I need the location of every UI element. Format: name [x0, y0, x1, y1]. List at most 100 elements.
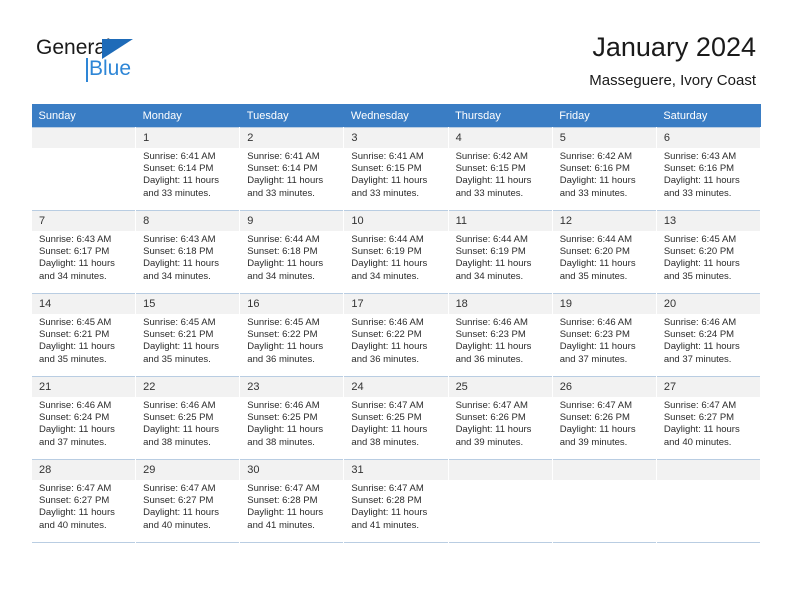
calendar-day-cell[interactable]: 6 Sunrise: 6:43 AM Sunset: 6:16 PM Daylight…: [655, 127, 762, 211]
logo-triangle-icon: [102, 39, 133, 59]
calendar-day-cell[interactable]: 13 Sunrise: 6:45 AM Sunset: 6:20 PM Dayligh…: [655, 210, 762, 294]
day-cell-inner: 9 Sunrise: 6:44 AM Sunset: 6:18 PM Daylight…: [240, 211, 344, 293]
day-number: 3: [344, 128, 448, 148]
sunset-text: Sunset: 6:28 PM: [351, 495, 422, 507]
calendar-day-cell[interactable]: 27 Sunrise: 6:47 AM Sunset: 6:27 PM Dayligh…: [655, 376, 762, 460]
day-number: 24: [344, 377, 448, 397]
day-number: 7: [32, 211, 136, 231]
sunset-text: Sunset: 6:16 PM: [559, 163, 630, 175]
day-cell-inner: [656, 460, 760, 542]
calendar-day-cell[interactable]: 25 Sunrise: 6:47 AM Sunset: 6:26 PM Dayligh…: [447, 376, 553, 460]
calendar-day-cell[interactable]: 17 Sunrise: 6:46 AM Sunset: 6:22 PM Dayligh…: [343, 293, 449, 377]
day-details: Sunrise: 6:46 AM Sunset: 6:23 PM Daylight:…: [553, 314, 656, 366]
sunrise-text: Sunrise: 6:47 AM: [351, 400, 424, 411]
day-details: Sunrise: 6:44 AM Sunset: 6:20 PM Daylight:…: [553, 231, 656, 283]
sunrise-text: Sunrise: 6:44 AM: [559, 234, 633, 245]
calendar-day-cell[interactable]: 29 Sunrise: 6:47 AM Sunset: 6:27 PM Dayligh…: [135, 459, 241, 543]
sunrise-text: Sunrise: 6:45 AM: [663, 234, 737, 245]
daylight-text: Daylight: 11 hours and 33 minutes.: [351, 175, 428, 199]
sunrise-text: Sunrise: 6:46 AM: [39, 400, 112, 411]
sunset-text: Sunset: 6:21 PM: [143, 329, 214, 341]
day-cell-inner: 1 Sunrise: 6:41 AM Sunset: 6:14 PM Daylight…: [136, 128, 240, 210]
calendar-day-cell[interactable]: 21 Sunrise: 6:46 AM Sunset: 6:24 PM Dayligh…: [30, 376, 137, 460]
day-details: Sunrise: 6:47 AM Sunset: 6:28 PM Daylight:…: [240, 480, 343, 532]
daylight-text: Daylight: 11 hours and 41 minutes.: [351, 507, 428, 531]
calendar-day-cell[interactable]: 7 Sunrise: 6:43 AM Sunset: 6:17 PM Daylight…: [30, 210, 137, 294]
day-cell-inner: 28 Sunrise: 6:47 AM Sunset: 6:27 PM Dayligh…: [32, 460, 136, 542]
calendar-page: General Blue January 2024 Masseguere, Iv…: [0, 0, 792, 612]
day-details: Sunrise: 6:41 AM Sunset: 6:14 PM Daylight:…: [136, 148, 239, 200]
calendar-day-cell[interactable]: 10 Sunrise: 6:44 AM Sunset: 6:19 PM Dayligh…: [343, 210, 449, 294]
sunset-text: Sunset: 6:20 PM: [559, 246, 630, 258]
sunrise-text: Sunrise: 6:47 AM: [559, 400, 633, 411]
weekday-header-monday: Monday: [135, 104, 240, 128]
sunrise-text: Sunrise: 6:43 AM: [663, 151, 737, 162]
day-number: 6: [656, 128, 760, 148]
calendar-day-cell[interactable]: 30 Sunrise: 6:47 AM Sunset: 6:28 PM Dayligh…: [239, 459, 345, 543]
day-cell-inner: [32, 128, 136, 210]
calendar-header-row: Sunday Monday Tuesday Wednesday Thursday…: [31, 104, 761, 128]
day-cell-inner: 18 Sunrise: 6:46 AM Sunset: 6:23 PM Dayligh…: [448, 294, 552, 376]
calendar-day-cell[interactable]: 24 Sunrise: 6:47 AM Sunset: 6:25 PM Dayligh…: [343, 376, 449, 460]
daylight-text: Daylight: 11 hours and 37 minutes.: [663, 341, 740, 365]
sunset-text: Sunset: 6:22 PM: [351, 329, 422, 341]
day-cell-inner: 15 Sunrise: 6:45 AM Sunset: 6:21 PM Dayligh…: [136, 294, 240, 376]
sunrise-text: Sunrise: 6:41 AM: [351, 151, 424, 162]
day-number: 22: [136, 377, 240, 397]
daylight-text: Daylight: 11 hours and 35 minutes.: [143, 341, 220, 365]
sunrise-text: Sunrise: 6:47 AM: [39, 483, 112, 494]
day-cell-inner: 17 Sunrise: 6:46 AM Sunset: 6:22 PM Dayligh…: [344, 294, 448, 376]
day-number: 12: [552, 211, 656, 231]
sunrise-text: Sunrise: 6:44 AM: [455, 234, 528, 245]
calendar-day-cell[interactable]: 26 Sunrise: 6:47 AM Sunset: 6:26 PM Dayligh…: [551, 376, 657, 460]
calendar-day-cell[interactable]: 28 Sunrise: 6:47 AM Sunset: 6:27 PM Dayligh…: [30, 459, 137, 543]
calendar-day-cell[interactable]: 4 Sunrise: 6:42 AM Sunset: 6:15 PM Daylight…: [447, 127, 553, 211]
day-number: 21: [32, 377, 136, 397]
calendar-day-cell[interactable]: 22 Sunrise: 6:46 AM Sunset: 6:25 PM Dayligh…: [135, 376, 241, 460]
calendar-day-cell[interactable]: 18 Sunrise: 6:46 AM Sunset: 6:23 PM Dayligh…: [447, 293, 553, 377]
calendar-day-cell[interactable]: 1 Sunrise: 6:41 AM Sunset: 6:14 PM Daylight…: [135, 127, 241, 211]
day-number: 14: [32, 294, 136, 314]
day-cell-inner: 19 Sunrise: 6:46 AM Sunset: 6:23 PM Dayligh…: [552, 294, 656, 376]
calendar-day-cell[interactable]: 12 Sunrise: 6:44 AM Sunset: 6:20 PM Dayligh…: [551, 210, 657, 294]
calendar-day-cell[interactable]: 19 Sunrise: 6:46 AM Sunset: 6:23 PM Dayligh…: [551, 293, 657, 377]
sunset-text: Sunset: 6:25 PM: [351, 412, 422, 424]
calendar-day-cell[interactable]: 16 Sunrise: 6:45 AM Sunset: 6:22 PM Dayligh…: [239, 293, 345, 377]
day-cell-inner: 12 Sunrise: 6:44 AM Sunset: 6:20 PM Dayligh…: [552, 211, 656, 293]
calendar-day-cell[interactable]: 5 Sunrise: 6:42 AM Sunset: 6:16 PM Daylight…: [551, 127, 657, 211]
calendar-day-cell[interactable]: 20 Sunrise: 6:46 AM Sunset: 6:24 PM Dayligh…: [655, 293, 762, 377]
daylight-text: Daylight: 11 hours and 40 minutes.: [39, 507, 115, 531]
calendar-day-cell[interactable]: 3 Sunrise: 6:41 AM Sunset: 6:15 PM Daylight…: [343, 127, 449, 211]
daylight-text: Daylight: 11 hours and 33 minutes.: [247, 175, 324, 199]
day-cell-inner: 16 Sunrise: 6:45 AM Sunset: 6:22 PM Dayligh…: [240, 294, 344, 376]
sunrise-text: Sunrise: 6:46 AM: [143, 400, 216, 411]
calendar-day-cell[interactable]: 31 Sunrise: 6:47 AM Sunset: 6:28 PM Dayligh…: [343, 459, 449, 543]
day-details: Sunrise: 6:47 AM Sunset: 6:27 PM Daylight:…: [657, 397, 760, 449]
day-details: Sunrise: 6:45 AM Sunset: 6:20 PM Daylight:…: [657, 231, 760, 283]
calendar-day-cell[interactable]: 15 Sunrise: 6:45 AM Sunset: 6:21 PM Dayligh…: [135, 293, 241, 377]
calendar-week-row: 28 Sunrise: 6:47 AM Sunset: 6:27 PM Dayligh…: [30, 459, 762, 543]
day-number: 15: [136, 294, 240, 314]
day-cell-inner: 7 Sunrise: 6:43 AM Sunset: 6:17 PM Daylight…: [32, 211, 136, 293]
calendar-day-cell[interactable]: 9 Sunrise: 6:44 AM Sunset: 6:18 PM Daylight…: [239, 210, 345, 294]
daylight-text: Daylight: 11 hours and 40 minutes.: [663, 424, 740, 448]
calendar-day-cell[interactable]: 8 Sunrise: 6:43 AM Sunset: 6:18 PM Daylight…: [135, 210, 241, 294]
day-details: Sunrise: 6:42 AM Sunset: 6:15 PM Daylight:…: [449, 148, 552, 200]
weekday-header-saturday: Saturday: [656, 104, 761, 128]
day-details: Sunrise: 6:47 AM Sunset: 6:28 PM Daylight:…: [344, 480, 447, 532]
day-details: Sunrise: 6:47 AM Sunset: 6:26 PM Daylight:…: [449, 397, 552, 449]
daylight-text: Daylight: 11 hours and 33 minutes.: [455, 175, 532, 199]
day-number: 4: [448, 128, 552, 148]
day-details: Sunrise: 6:45 AM Sunset: 6:22 PM Daylight:…: [240, 314, 343, 366]
general-blue-logo[interactable]: General Blue: [36, 36, 236, 84]
calendar-grid: Sunday Monday Tuesday Wednesday Thursday…: [30, 104, 762, 543]
calendar-day-cell[interactable]: 14 Sunrise: 6:45 AM Sunset: 6:21 PM Dayligh…: [30, 293, 137, 377]
calendar-day-cell[interactable]: 11 Sunrise: 6:44 AM Sunset: 6:19 PM Dayligh…: [447, 210, 553, 294]
sunrise-text: Sunrise: 6:45 AM: [247, 317, 320, 328]
calendar-day-cell[interactable]: 2 Sunrise: 6:41 AM Sunset: 6:14 PM Daylight…: [239, 127, 345, 211]
sunset-text: Sunset: 6:15 PM: [351, 163, 422, 175]
day-details: Sunrise: 6:41 AM Sunset: 6:14 PM Daylight:…: [240, 148, 343, 200]
day-number: 8: [136, 211, 240, 231]
day-number: 16: [240, 294, 344, 314]
calendar-day-cell[interactable]: 23 Sunrise: 6:46 AM Sunset: 6:25 PM Dayligh…: [239, 376, 345, 460]
